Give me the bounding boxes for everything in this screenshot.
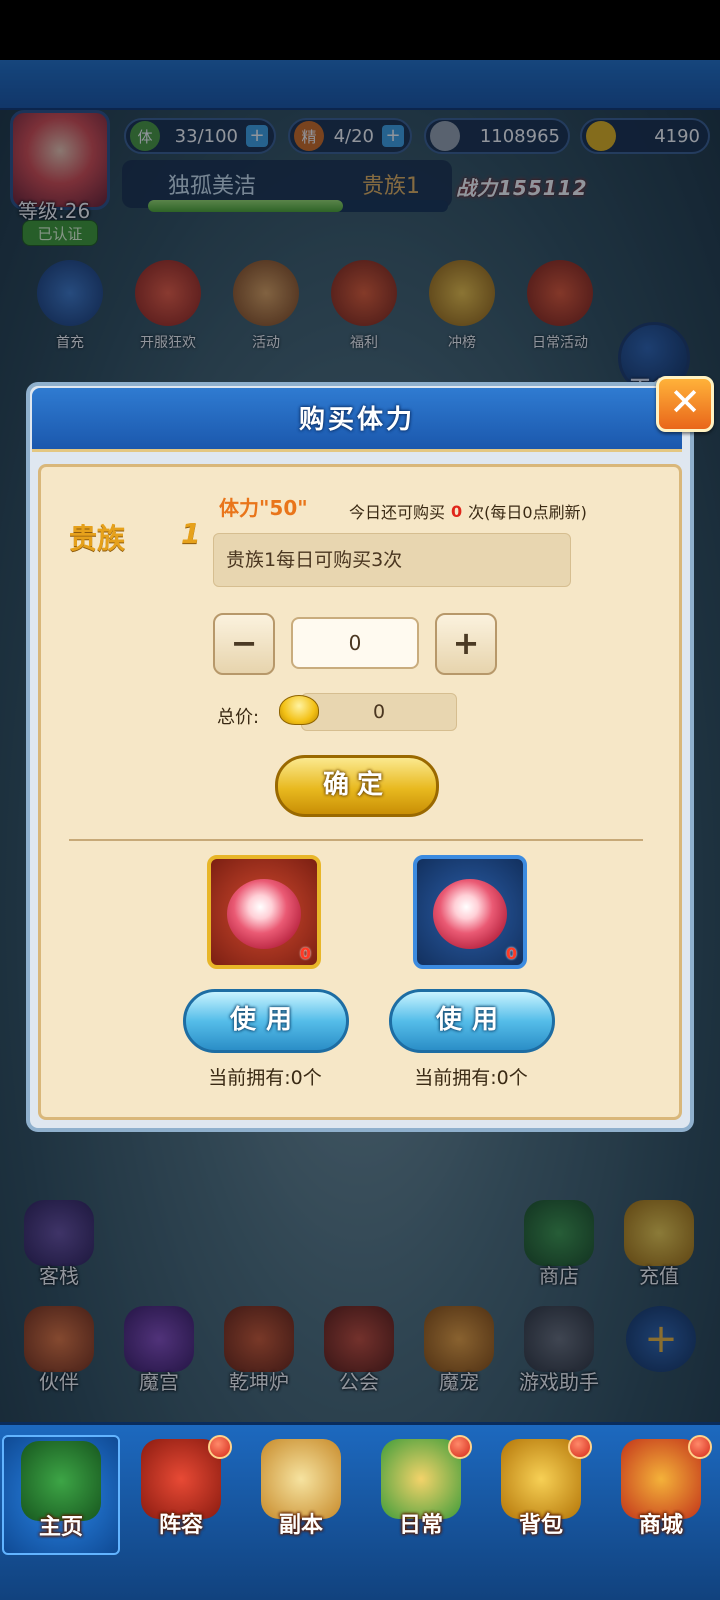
item-count: 0 [299,944,311,963]
stamina-item-small[interactable]: 0 [413,855,527,969]
remaining-count: 0 [451,501,463,521]
dialog-header: 购买体力 [32,388,682,452]
nav-label: 背包 [518,1513,563,1538]
owned-count-small: 当前拥有:0个 [414,1067,528,1089]
owned-count-large: 当前拥有:0个 [208,1067,322,1089]
use-large-item-button[interactable]: 使用 [183,989,349,1053]
confirm-button[interactable]: 确定 [275,755,439,817]
nav-label: 副本 [278,1513,323,1538]
nav-mall[interactable]: 商城 [602,1435,720,1555]
buy-stamina-dialog: 购买体力 ✕ 贵族 1 体力"50" 今日还可购买 0 次(每日0点刷新) 贵族… [26,376,714,1132]
remaining-prefix: 今日还可购买 [349,503,446,522]
fruit-icon [227,879,301,949]
nav-daily[interactable]: 日常 [362,1435,480,1555]
gold-ingot-icon [279,695,319,725]
purchase-limit-description: 贵族1每日可购买3次 [213,533,571,587]
dialog-title: 购买体力 [298,405,415,435]
notification-dot [448,1435,472,1459]
dialog-body: 贵族 1 体力"50" 今日还可购买 0 次(每日0点刷新) 贵族1每日可购买3… [38,464,682,1120]
remaining-purchases: 今日还可购买 0 次(每日0点刷新) [349,499,587,523]
item-count: 0 [505,944,517,963]
stamina-item-large[interactable]: 0 [207,855,321,969]
total-price-value: 0 [301,693,457,731]
nav-dungeon[interactable]: 副本 [242,1435,360,1555]
fruit-icon [433,879,507,949]
nav-label: 日常 [398,1513,443,1538]
nav-label: 阵容 [158,1513,203,1538]
notification-dot [208,1435,232,1459]
nav-label: 主页 [38,1515,83,1540]
nav-home[interactable]: 主页 [2,1435,120,1555]
status-bar [0,0,720,60]
bottom-nav: 主页 阵容 副本 日常 背包 商城 [0,1422,720,1600]
nav-label: 商城 [638,1513,683,1538]
total-price-label: 总价: [217,707,260,728]
notification-dot [568,1435,592,1459]
increase-button[interactable]: + [435,613,497,675]
remaining-suffix: 次(每日0点刷新) [468,503,587,522]
noble-title: 贵族 [69,522,126,555]
decrease-button[interactable]: − [213,613,275,675]
close-button[interactable]: ✕ [656,376,714,432]
quantity-input[interactable]: 0 [291,617,419,669]
use-small-item-button[interactable]: 使用 [389,989,555,1053]
noble-level: 1 [181,517,201,550]
nav-lineup[interactable]: 阵容 [122,1435,240,1555]
stamina-amount: 体力"50" [219,496,308,520]
nav-backpack[interactable]: 背包 [482,1435,600,1555]
divider [69,839,643,841]
notification-dot [688,1435,712,1459]
